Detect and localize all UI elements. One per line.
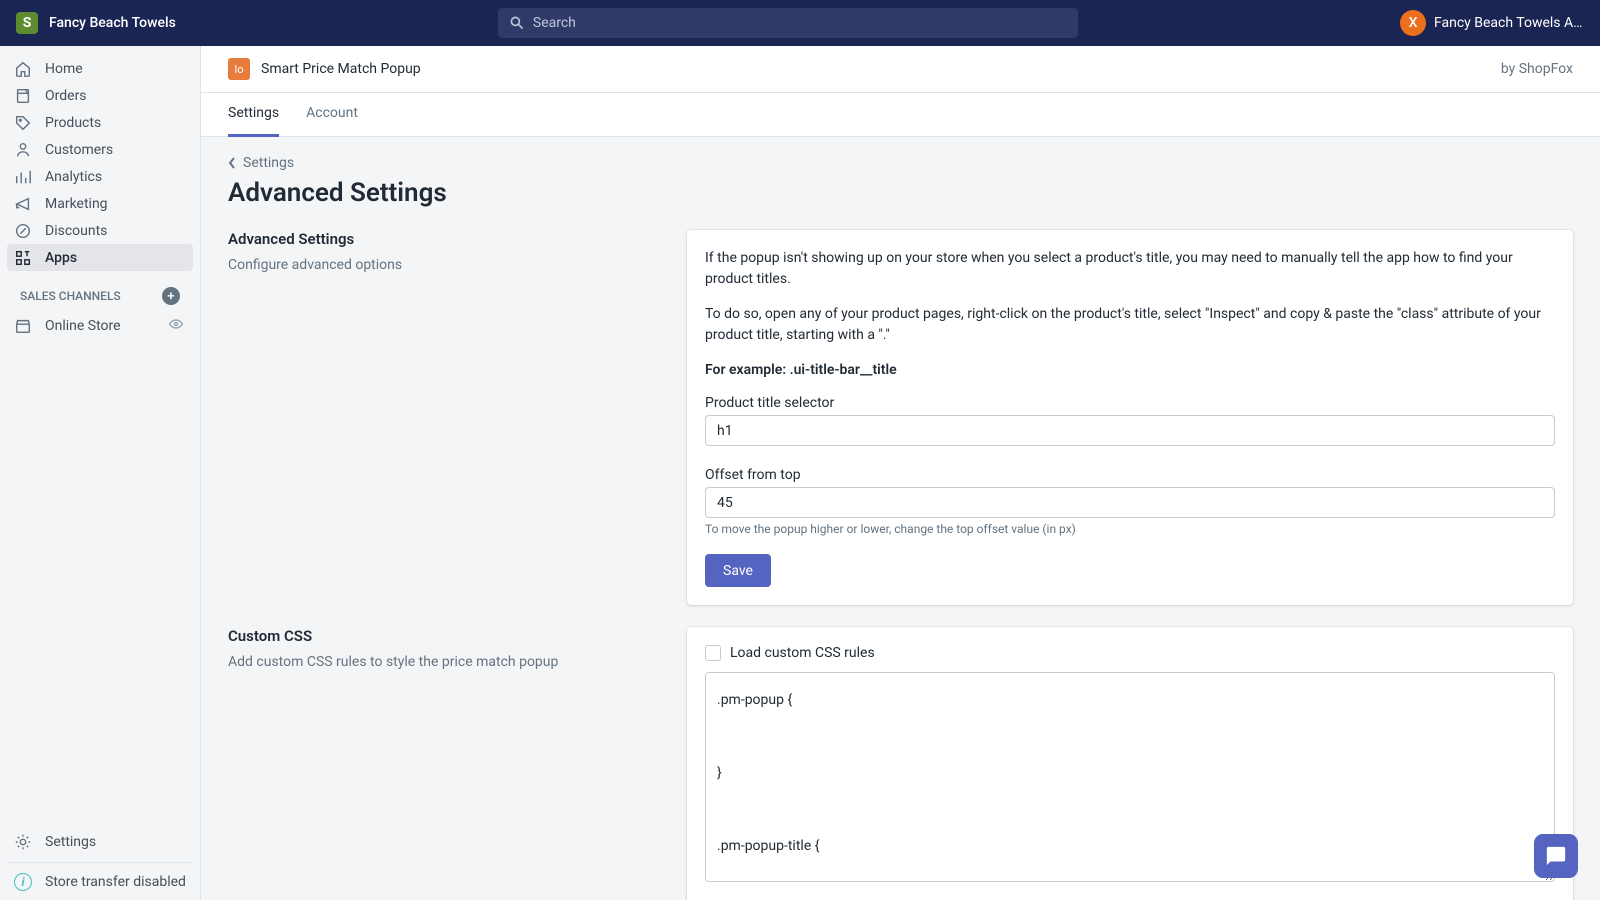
help-paragraph: If the popup isn't showing up on your st… bbox=[705, 248, 1555, 290]
sidebar-item-label: Products bbox=[45, 115, 101, 131]
breadcrumb-label: Settings bbox=[243, 155, 294, 171]
sidebar-item-orders[interactable]: Orders bbox=[7, 82, 193, 109]
status-label: Store transfer disabled bbox=[45, 874, 186, 890]
sidebar-item-discounts[interactable]: Discounts bbox=[7, 217, 193, 244]
section-heading: Custom CSS bbox=[228, 627, 665, 645]
app-vendor: by ShopFox bbox=[1501, 61, 1573, 77]
add-channel-icon[interactable]: + bbox=[162, 287, 180, 305]
apps-icon bbox=[14, 249, 32, 267]
gear-icon bbox=[14, 833, 32, 851]
sidebar-item-label: Customers bbox=[45, 142, 113, 158]
main-content: lo Smart Price Match Popup by ShopFox Se… bbox=[201, 46, 1600, 900]
home-icon bbox=[14, 60, 32, 78]
breadcrumb-back[interactable]: Settings bbox=[228, 155, 1573, 171]
top-bar: S Fancy Beach Towels Search X Fancy Beac… bbox=[0, 0, 1600, 46]
sidebar-status[interactable]: i Store transfer disabled bbox=[7, 862, 193, 900]
user-menu[interactable]: X Fancy Beach Towels Ad... bbox=[1400, 10, 1584, 36]
load-css-checkbox[interactable] bbox=[705, 645, 721, 661]
sidebar-item-products[interactable]: Products bbox=[7, 109, 193, 136]
sidebar-item-analytics[interactable]: Analytics bbox=[7, 163, 193, 190]
advanced-settings-card: If the popup isn't showing up on your st… bbox=[687, 230, 1573, 605]
section-desc-advanced: Advanced Settings Configure advanced opt… bbox=[228, 230, 665, 605]
sidebar-item-customers[interactable]: Customers bbox=[7, 136, 193, 163]
help-example: For example: .ui-title-bar__title bbox=[705, 360, 1555, 381]
sidebar-item-label: Orders bbox=[45, 88, 87, 104]
analytics-icon bbox=[14, 168, 32, 186]
chat-fab[interactable] bbox=[1534, 834, 1578, 878]
customers-icon bbox=[14, 141, 32, 159]
sidebar-item-label: Discounts bbox=[45, 223, 107, 239]
sidebar-item-label: Home bbox=[45, 61, 83, 77]
app-icon: lo bbox=[228, 58, 250, 80]
search-input[interactable]: Search bbox=[498, 8, 1078, 38]
offset-top-input[interactable] bbox=[705, 487, 1555, 518]
product-title-selector-input[interactable] bbox=[705, 415, 1555, 446]
sidebar-settings[interactable]: Settings bbox=[7, 828, 193, 855]
info-icon: i bbox=[14, 873, 32, 891]
sidebar-item-home[interactable]: Home bbox=[7, 55, 193, 82]
channels-header: SALES CHANNELS + bbox=[7, 271, 193, 312]
marketing-icon bbox=[14, 195, 32, 213]
products-icon bbox=[14, 114, 32, 132]
app-header: lo Smart Price Match Popup by ShopFox bbox=[201, 46, 1600, 93]
field-label-selector: Product title selector bbox=[705, 395, 1555, 411]
chat-icon bbox=[1545, 845, 1567, 867]
section-subtext: Configure advanced options bbox=[228, 257, 665, 273]
shop-logo[interactable]: S bbox=[16, 12, 38, 34]
eye-icon[interactable] bbox=[168, 316, 186, 336]
help-text-offset: To move the popup higher or lower, chang… bbox=[705, 522, 1555, 536]
avatar: X bbox=[1400, 10, 1426, 36]
tab-account[interactable]: Account bbox=[306, 93, 358, 137]
user-label: Fancy Beach Towels Ad... bbox=[1434, 15, 1584, 31]
store-icon bbox=[14, 317, 32, 335]
field-label-offset: Offset from top bbox=[705, 467, 1555, 483]
chevron-left-icon bbox=[228, 157, 236, 169]
section-desc-css: Custom CSS Add custom CSS rules to style… bbox=[228, 627, 665, 900]
tabs: Settings Account bbox=[201, 93, 1600, 137]
sidebar-item-label: Apps bbox=[45, 250, 77, 266]
page-title: Advanced Settings bbox=[228, 178, 1573, 208]
sidebar: Home Orders Products Customers Analytics… bbox=[0, 46, 201, 900]
checkbox-label: Load custom CSS rules bbox=[730, 645, 875, 661]
sidebar-item-label: Analytics bbox=[45, 169, 102, 185]
search-icon bbox=[509, 15, 525, 31]
sidebar-item-label: Settings bbox=[45, 834, 96, 850]
sidebar-item-label: Online Store bbox=[45, 318, 121, 334]
tab-settings[interactable]: Settings bbox=[228, 93, 279, 137]
store-name[interactable]: Fancy Beach Towels bbox=[49, 15, 176, 31]
help-paragraph: To do so, open any of your product pages… bbox=[705, 304, 1555, 346]
search-placeholder: Search bbox=[533, 15, 576, 31]
section-subtext: Add custom CSS rules to style the price … bbox=[228, 654, 665, 670]
custom-css-card: Load custom CSS rules Save bbox=[687, 627, 1573, 900]
section-heading: Advanced Settings bbox=[228, 230, 665, 248]
custom-css-textarea[interactable] bbox=[705, 672, 1555, 882]
sidebar-item-apps[interactable]: Apps bbox=[7, 244, 193, 271]
app-name: Smart Price Match Popup bbox=[261, 61, 421, 77]
sidebar-item-online-store[interactable]: Online Store bbox=[7, 312, 193, 339]
orders-icon bbox=[14, 87, 32, 105]
discounts-icon bbox=[14, 222, 32, 240]
sidebar-item-label: Marketing bbox=[45, 196, 108, 212]
sidebar-item-marketing[interactable]: Marketing bbox=[7, 190, 193, 217]
save-button[interactable]: Save bbox=[705, 554, 771, 587]
